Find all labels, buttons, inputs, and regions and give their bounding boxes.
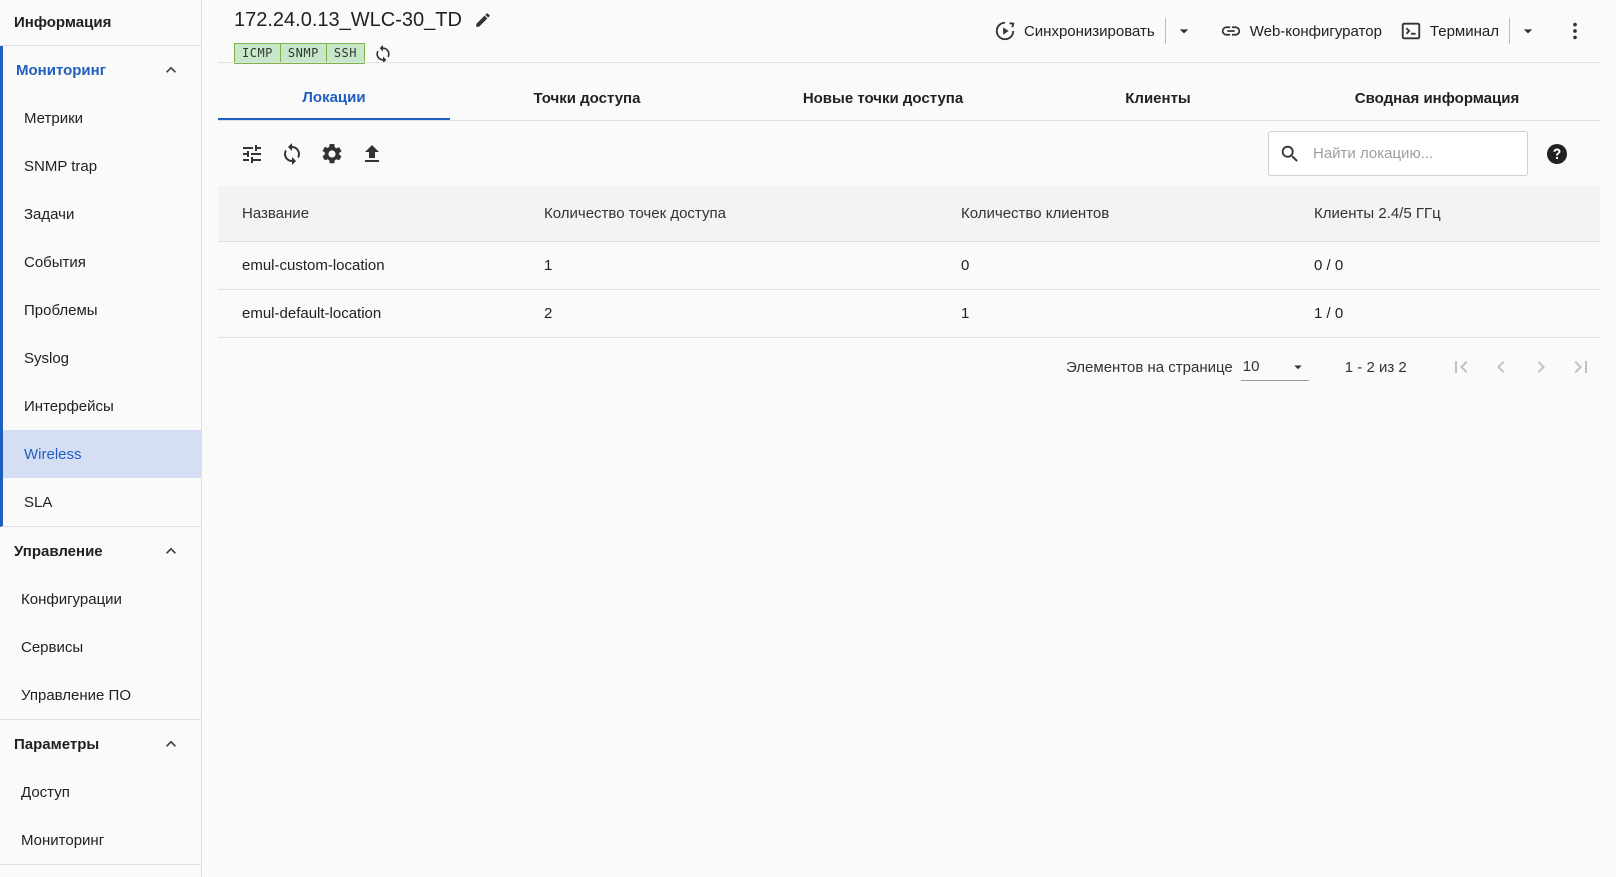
sidebar: Информация Мониторинг Метрики SNMP trap … — [0, 0, 202, 877]
sidebar-section-monitoring-toggle[interactable]: Мониторинг — [3, 46, 201, 94]
sidebar-item-interfaces[interactable]: Интерфейсы — [3, 382, 201, 430]
prev-page-icon[interactable] — [1489, 355, 1513, 379]
link-icon — [1221, 26, 1240, 36]
sidebar-item-configurations[interactable]: Конфигурации — [0, 575, 201, 623]
search-input[interactable] — [1313, 145, 1513, 162]
device-title: 172.24.0.13_WLC-30_TD — [234, 8, 462, 31]
sidebar-section-management: Управление Конфигурации Сервисы Управлен… — [0, 527, 201, 720]
table-row[interactable]: emul-default-location 2 1 1 / 0 — [218, 290, 1600, 338]
refresh-icon[interactable] — [280, 142, 304, 166]
sidebar-item-sla[interactable]: SLA — [3, 478, 201, 526]
table-toolbar — [240, 142, 400, 166]
badge-icmp: ICMP — [235, 44, 281, 63]
web-configurator-button[interactable]: Web-конфигуратор — [1220, 20, 1382, 42]
chevron-up-icon — [166, 740, 176, 747]
cell-client-count: 0 — [961, 257, 970, 274]
sidebar-item-tasks[interactable]: Задачи — [3, 190, 201, 238]
divider — [1164, 18, 1166, 44]
upload-icon[interactable] — [360, 142, 384, 166]
tab-clients[interactable]: Клиенты — [1042, 76, 1274, 120]
paginator: Элементов на странице 10 1 - 2 из 2 — [1066, 353, 1609, 381]
per-page-value: 10 — [1242, 358, 1260, 375]
gear-icon[interactable] — [320, 142, 344, 166]
sidebar-section-params: Параметры Доступ Мониторинг — [0, 720, 201, 865]
sidebar-item-syslog[interactable]: Syslog — [3, 334, 201, 382]
tab-new-access-points[interactable]: Новые точки доступа — [724, 76, 1042, 120]
terminal-dropdown-caret-icon[interactable] — [1518, 21, 1538, 41]
column-header-name[interactable]: Название — [218, 205, 544, 222]
sync-button[interactable]: Синхронизировать — [994, 20, 1155, 42]
sync-button-label: Синхронизировать — [1023, 22, 1155, 40]
cell-ap-count: 2 — [544, 305, 553, 322]
per-page-select[interactable]: 10 — [1240, 353, 1309, 381]
web-configurator-label: Web-конфигуратор — [1249, 22, 1382, 40]
help-icon[interactable] — [1545, 142, 1569, 166]
sync-dropdown-caret-icon[interactable] — [1174, 21, 1194, 41]
table-row[interactable]: emul-custom-location 1 0 0 / 0 — [218, 242, 1600, 290]
column-header-client-count[interactable]: Количество клиентов — [961, 205, 1314, 222]
sidebar-item-services[interactable]: Сервисы — [0, 623, 201, 671]
header-actions: Синхронизировать Web-конфигуратор Термин… — [994, 18, 1586, 44]
header-divider — [218, 62, 1600, 63]
last-page-icon[interactable] — [1569, 355, 1593, 379]
caret-down-icon — [1294, 365, 1302, 369]
location-search-box — [1268, 131, 1528, 176]
column-header-ap-count[interactable]: Количество точек доступа — [544, 205, 961, 222]
tab-locations[interactable]: Локации — [218, 76, 450, 120]
page-range: 1 - 2 из 2 — [1344, 358, 1407, 376]
sidebar-item-monitoring-params[interactable]: Мониторинг — [0, 816, 201, 864]
locations-table: Название Количество точек доступа Количе… — [218, 186, 1600, 338]
sidebar-section-params-toggle[interactable]: Параметры — [0, 720, 201, 768]
device-header: 172.24.0.13_WLC-30_TD ICMP SNMP SSH — [234, 8, 492, 64]
column-header-clients-band[interactable]: Клиенты 2.4/5 ГГц — [1314, 205, 1600, 222]
terminal-button[interactable]: Терминал — [1400, 20, 1499, 42]
cell-clients-band: 0 / 0 — [1314, 257, 1344, 274]
sync-play-icon — [995, 21, 1015, 41]
cell-clients-band: 1 / 0 — [1314, 305, 1344, 322]
cell-name: emul-custom-location — [242, 257, 385, 274]
device-title-row: 172.24.0.13_WLC-30_TD — [234, 8, 492, 32]
first-page-icon[interactable] — [1449, 355, 1473, 379]
protocol-badges: ICMP SNMP SSH — [234, 43, 492, 64]
search-icon — [1281, 145, 1298, 162]
cell-name: emul-default-location — [242, 305, 382, 322]
table-header-row: Название Количество точек доступа Количе… — [218, 186, 1600, 242]
sidebar-item-problems[interactable]: Проблемы — [3, 286, 201, 334]
sidebar-item-metrics[interactable]: Метрики — [3, 94, 201, 142]
next-page-icon[interactable] — [1529, 355, 1553, 379]
sidebar-section-management-toggle[interactable]: Управление — [0, 527, 201, 575]
divider — [1509, 18, 1510, 44]
tab-summary[interactable]: Сводная информация — [1274, 76, 1600, 120]
cell-client-count: 1 — [961, 305, 970, 322]
sidebar-item-snmp-trap[interactable]: SNMP trap — [3, 142, 201, 190]
sidebar-header-info[interactable]: Информация — [0, 0, 201, 46]
sidebar-item-software[interactable]: Управление ПО — [0, 671, 201, 719]
sidebar-section-monitoring: Мониторинг Метрики SNMP trap Задачи Собы… — [0, 46, 201, 527]
sidebar-item-access[interactable]: Доступ — [0, 768, 201, 816]
filter-tune-icon[interactable] — [240, 142, 264, 166]
refresh-icon[interactable] — [373, 44, 393, 64]
sidebar-section-title: Параметры — [14, 735, 100, 753]
pencil-icon[interactable] — [474, 11, 492, 29]
per-page-label: Элементов на странице — [1066, 358, 1233, 376]
cell-ap-count: 1 — [544, 257, 553, 274]
more-vert-icon[interactable] — [1564, 20, 1586, 42]
sidebar-item-wireless[interactable]: Wireless — [3, 430, 201, 478]
terminal-label: Терминал — [1429, 22, 1499, 40]
sidebar-item-events[interactable]: События — [3, 238, 201, 286]
badge-ssh: SSH — [333, 46, 357, 60]
tab-bar: Локации Точки доступа Новые точки доступ… — [218, 76, 1600, 121]
chevron-up-icon — [166, 547, 176, 554]
badge-group: ICMP SNMP SSH — [234, 43, 365, 64]
chevron-up-icon — [166, 66, 176, 73]
sidebar-section-title: Мониторинг — [16, 61, 106, 79]
tab-access-points[interactable]: Точки доступа — [450, 76, 724, 120]
terminal-icon — [1401, 22, 1421, 40]
page-nav — [1449, 355, 1609, 379]
badge-snmp: SNMP — [281, 44, 327, 63]
sidebar-section-title: Управление — [14, 542, 103, 560]
